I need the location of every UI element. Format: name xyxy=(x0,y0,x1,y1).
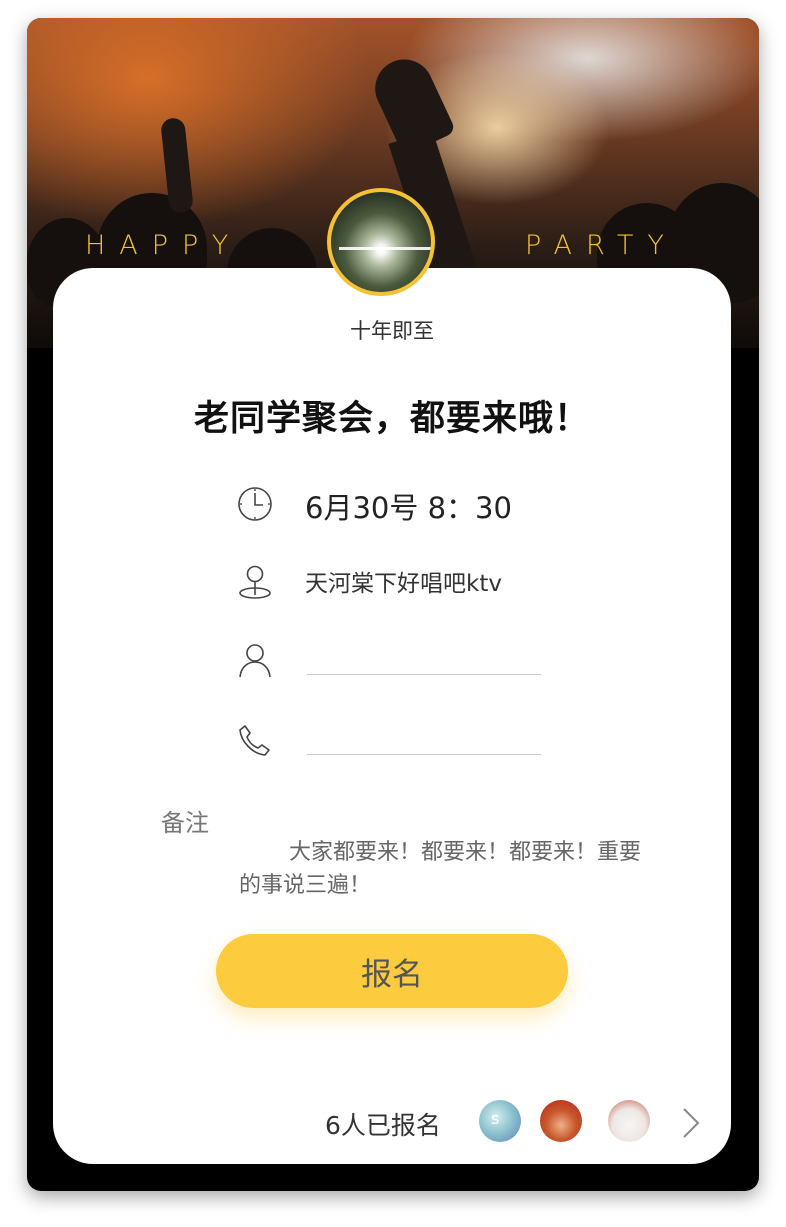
signup-button[interactable]: 报名 xyxy=(216,934,568,1008)
event-datetime: 6月30号 8：30 xyxy=(305,491,512,525)
phone-icon xyxy=(239,725,270,756)
location-pin-icon xyxy=(239,565,271,599)
organizer-name: 十年即至 xyxy=(350,319,434,343)
attendee-avatar[interactable]: s xyxy=(479,1100,521,1142)
event-card: 十年即至 老同学聚会，都要来哦！ 6月30号 8：30 天河棠下好唱吧ktv 备… xyxy=(53,268,731,1164)
avatar-letter: s xyxy=(491,1109,500,1128)
event-screen: HAPPY PARTY 十年即至 老同学聚会，都要来哦！ 6月30号 8：30 … xyxy=(27,18,759,1191)
chevron-right-icon[interactable] xyxy=(679,1106,703,1140)
party-text: PARTY xyxy=(525,230,678,261)
signup-count: 6人已报名 xyxy=(325,1111,441,1140)
clock-icon xyxy=(238,487,272,521)
phone-field[interactable] xyxy=(307,724,541,755)
organizer-avatar[interactable] xyxy=(327,188,435,296)
event-location: 天河棠下好唱吧ktv xyxy=(305,571,502,597)
note-label: 备注 xyxy=(161,809,209,837)
user-icon xyxy=(239,644,271,678)
note-text[interactable]: 大家都要来！都要来！都要来！重要的事说三遍！ xyxy=(239,836,659,902)
happy-text: HAPPY xyxy=(85,230,243,261)
event-title: 老同学聚会，都要来哦！ xyxy=(193,399,590,439)
attendee-avatar[interactable] xyxy=(608,1100,650,1142)
attendee-avatar[interactable] xyxy=(540,1100,582,1142)
name-field[interactable] xyxy=(307,644,541,675)
